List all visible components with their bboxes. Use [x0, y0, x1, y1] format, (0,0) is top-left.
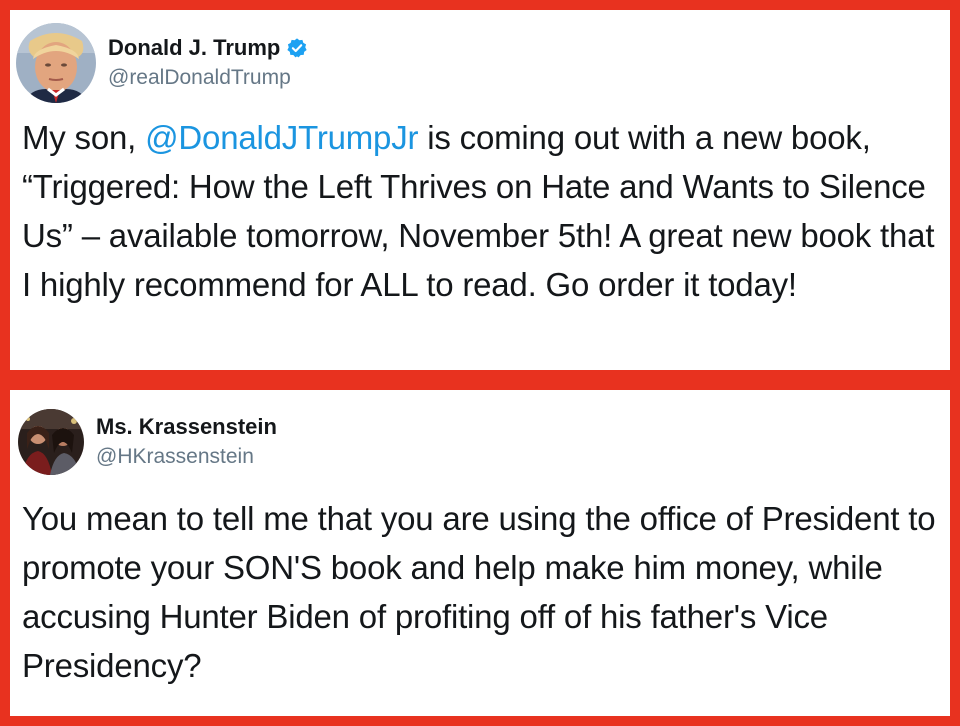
- portrait-avatar-icon: [16, 23, 96, 103]
- handle[interactable]: @realDonaldTrump: [108, 64, 308, 92]
- handle[interactable]: @HKrassenstein: [96, 443, 277, 471]
- tweet-header: Ms. Krassenstein @HKrassenstein: [18, 404, 277, 480]
- avatar[interactable]: [16, 23, 96, 103]
- avatar[interactable]: [18, 409, 84, 475]
- tweet-author: Ms. Krassenstein @HKrassenstein: [96, 413, 277, 471]
- tweet-author: Donald J. Trump @realDonaldTrump: [108, 34, 308, 92]
- mention-link[interactable]: @DonaldJTrumpJr: [145, 119, 418, 156]
- tweet-card-trump: Donald J. Trump @realDonaldTrump My son,…: [10, 10, 950, 370]
- group-photo-avatar-icon: [18, 409, 84, 475]
- tweet-text-start: My son,: [22, 119, 146, 156]
- display-name-row: Ms. Krassenstein: [96, 413, 277, 441]
- display-name[interactable]: Donald J. Trump: [108, 34, 280, 62]
- tweet-text: You mean to tell me that you are using t…: [22, 500, 936, 684]
- tweet-header: Donald J. Trump @realDonaldTrump: [16, 18, 308, 108]
- display-name[interactable]: Ms. Krassenstein: [96, 413, 277, 441]
- display-name-row: Donald J. Trump: [108, 34, 308, 62]
- tweet-text: My son, @DonaldJTrumpJr is coming out wi…: [22, 113, 936, 309]
- tweet-card-krassenstein: Ms. Krassenstein @HKrassenstein You mean…: [10, 390, 950, 716]
- verified-badge-icon: [286, 37, 308, 59]
